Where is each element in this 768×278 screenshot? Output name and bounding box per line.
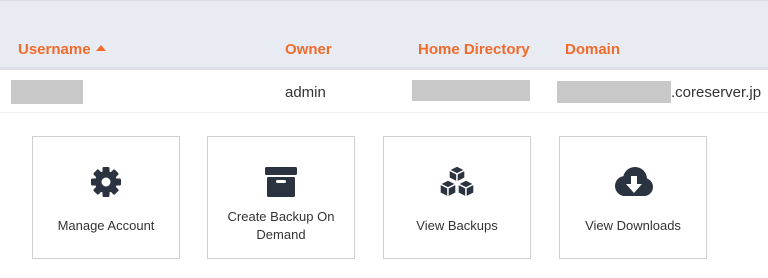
create-backup-button[interactable]: Create Backup On Demand: [207, 136, 355, 259]
table-header: Username Owner Home Directory Domain: [0, 0, 768, 70]
archive-box-icon: [208, 164, 354, 200]
column-header-username-label: Username: [18, 41, 91, 58]
username-redacted: [11, 80, 83, 104]
column-header-username[interactable]: Username: [18, 41, 106, 58]
column-header-home-directory[interactable]: Home Directory: [418, 41, 530, 58]
domain-suffix-cell: .coreserver.jp: [671, 84, 762, 101]
owner-cell: admin: [285, 84, 326, 101]
view-downloads-button[interactable]: View Downloads: [559, 136, 707, 259]
domain-redacted: [557, 81, 671, 103]
column-header-owner[interactable]: Owner: [285, 41, 332, 58]
view-downloads-label: View Downloads: [585, 218, 681, 233]
cubes-icon: [384, 164, 530, 200]
gear-icon: [33, 164, 179, 200]
table-row: admin .coreserver.jp: [0, 70, 768, 113]
create-backup-label: Create Backup On Demand: [227, 209, 335, 242]
view-backups-label: View Backups: [416, 218, 498, 233]
column-header-domain[interactable]: Domain: [565, 41, 620, 58]
manage-account-button[interactable]: Manage Account: [32, 136, 180, 259]
manage-account-label: Manage Account: [57, 218, 155, 233]
view-backups-button[interactable]: View Backups: [383, 136, 531, 259]
home-directory-redacted: [412, 80, 530, 101]
sort-ascending-icon: [95, 45, 106, 51]
cloud-download-icon: [560, 164, 706, 200]
